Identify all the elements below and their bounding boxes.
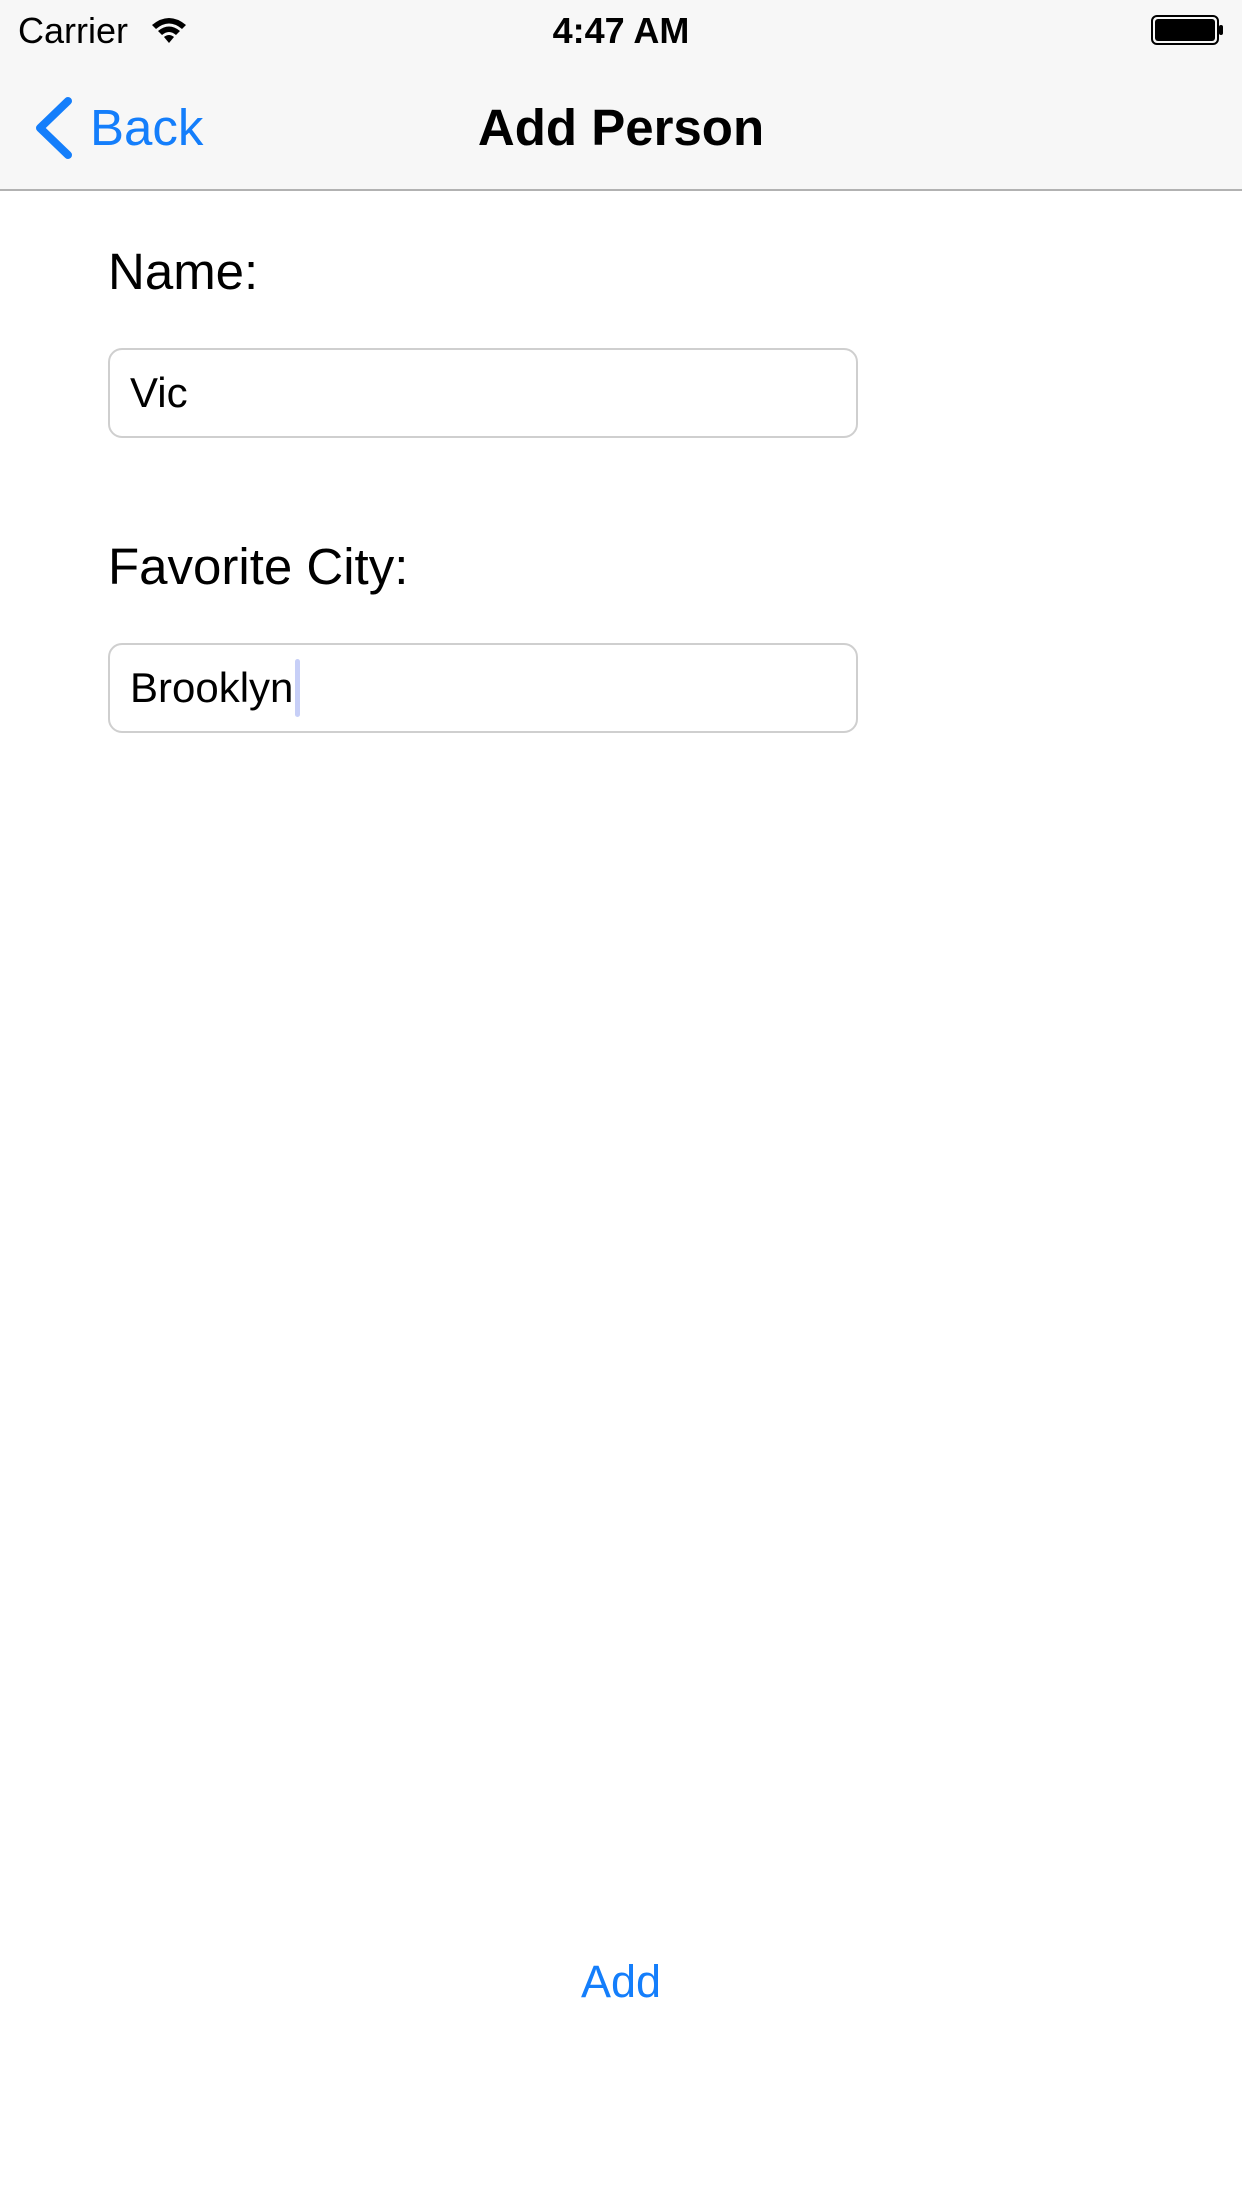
- page-title: Add Person: [477, 99, 765, 156]
- name-label: Name:: [108, 243, 259, 300]
- name-field[interactable]: Vic: [108, 348, 858, 438]
- text-cursor: [295, 659, 301, 717]
- add-person-screen: Carrier 4:47 AM Back Add Person Name: Vi…: [0, 0, 1242, 2208]
- status-time: 4:47 AM: [552, 10, 690, 51]
- favorite-city-field-value: Brooklyn: [130, 664, 294, 711]
- top-bar: Carrier 4:47 AM Back Add Person: [0, 0, 1242, 191]
- add-button[interactable]: Add: [0, 1946, 1242, 2018]
- favorite-city-label: Favorite City:: [108, 538, 409, 595]
- battery-icon: [1151, 15, 1223, 45]
- add-button-label: Add: [580, 1956, 662, 2007]
- favorite-city-field[interactable]: Brooklyn: [108, 643, 858, 733]
- name-field-value: Vic: [130, 369, 188, 416]
